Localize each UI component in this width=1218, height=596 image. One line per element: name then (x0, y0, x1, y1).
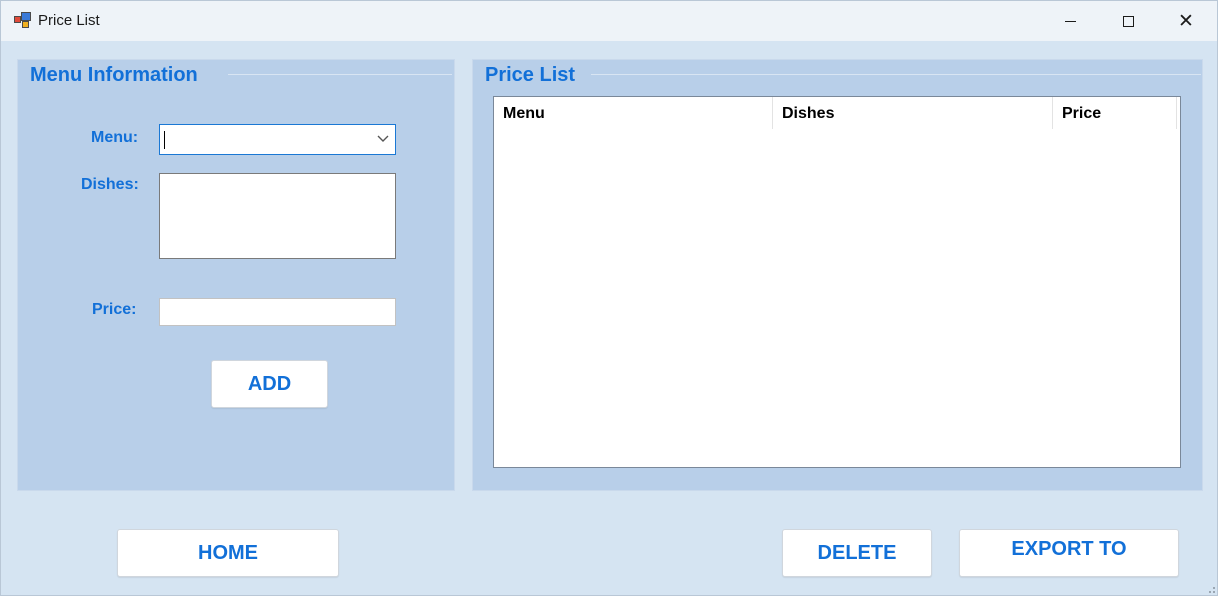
price-label: Price: (92, 301, 137, 318)
dishes-label: Dishes: (81, 176, 139, 193)
group-border-line (228, 74, 452, 75)
maximize-button[interactable] (1099, 1, 1157, 41)
minimize-button[interactable] (1041, 1, 1099, 41)
maximize-icon (1122, 15, 1134, 27)
text-caret (164, 131, 165, 149)
close-button[interactable]: ✕ (1157, 1, 1215, 41)
app-icon (14, 12, 32, 28)
menu-information-title: Menu Information (30, 64, 198, 86)
delete-button[interactable]: DELETE (782, 529, 932, 577)
price-list-view[interactable]: Menu Dishes Price (493, 96, 1181, 468)
price-list-title: Price List (485, 64, 576, 86)
window-title: Price List (38, 12, 100, 29)
price-list-window: Price List ✕ Menu Information Menu: Dish… (0, 0, 1218, 596)
group-border-line (591, 74, 1201, 75)
minimize-icon (1064, 20, 1076, 22)
list-header: Menu Dishes Price (494, 97, 1180, 129)
column-header-price[interactable]: Price (1053, 97, 1177, 129)
menu-label: Menu: (91, 129, 139, 146)
export-to-button[interactable]: EXPORT TO (959, 529, 1179, 577)
home-button[interactable]: HOME (117, 529, 339, 577)
add-button[interactable]: ADD (211, 360, 328, 408)
close-icon: ✕ (1178, 10, 1194, 32)
column-header-dishes[interactable]: Dishes (773, 97, 1053, 129)
chevron-down-icon[interactable] (377, 131, 389, 146)
title-bar[interactable]: Price List ✕ (1, 1, 1217, 41)
dishes-textarea[interactable] (159, 173, 396, 259)
price-input[interactable] (159, 298, 396, 326)
column-header-menu[interactable]: Menu (494, 97, 773, 129)
menu-combobox[interactable] (159, 124, 396, 155)
resize-grip-icon[interactable] (1205, 583, 1215, 593)
